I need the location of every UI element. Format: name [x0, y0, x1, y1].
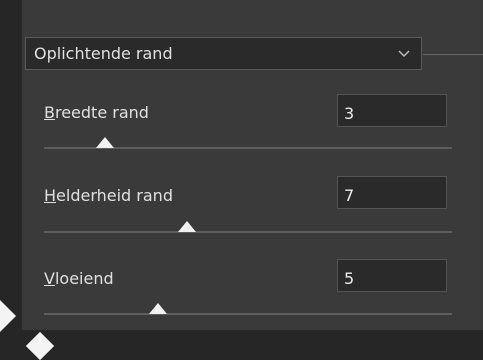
edge-width-slider-thumb[interactable] — [96, 137, 115, 148]
edge-width-input[interactable] — [337, 94, 447, 127]
smoothness-label: Vloeiend — [44, 269, 114, 288]
smoothness-input[interactable] — [337, 259, 447, 292]
edge-brightness-input[interactable] — [337, 176, 447, 209]
edge-width-label: Breedte rand — [44, 103, 149, 122]
edge-brightness-label: Helderheid rand — [44, 186, 173, 205]
edge-brightness-slider-thumb[interactable] — [177, 221, 196, 232]
smoothness-slider-track[interactable] — [44, 313, 452, 315]
edge-brightness-slider-track[interactable] — [44, 231, 452, 233]
smoothness-slider-thumb[interactable] — [149, 303, 168, 314]
filter-type-dropdown[interactable]: Oplichtende rand — [25, 37, 422, 70]
group-divider-line — [423, 54, 483, 55]
chevron-down-icon — [397, 47, 411, 61]
canvas-corner-shape — [0, 300, 16, 332]
filter-type-value: Oplichtende rand — [34, 44, 173, 63]
canvas-edge-bottom — [0, 330, 483, 360]
